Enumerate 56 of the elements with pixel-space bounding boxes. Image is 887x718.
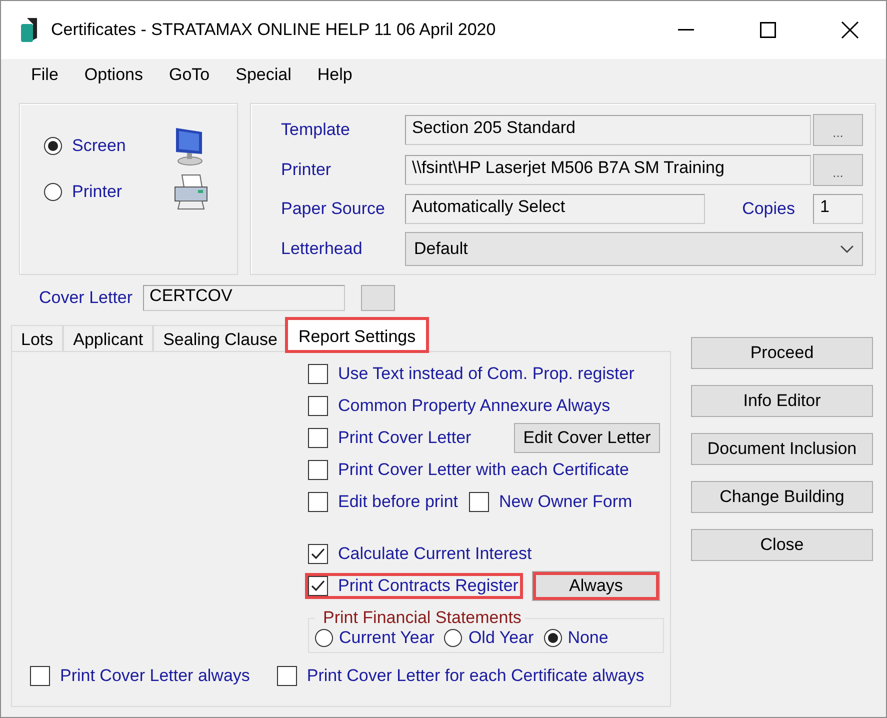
browse-button[interactable]: ... [813,154,863,186]
menu-item[interactable]: GoTo [159,65,226,85]
menu-item[interactable]: Options [74,65,159,85]
menu-item[interactable]: Help [307,65,368,85]
radio-label: Screen [72,136,127,156]
tab[interactable]: Lots [11,325,64,351]
cover-letter-field[interactable]: CERTCOV [142,285,345,311]
action-button[interactable]: Close [691,529,873,561]
radio-button[interactable] [44,183,62,201]
radio-option[interactable]: Current Year [315,628,434,648]
checkbox[interactable]: Print Cover Letter always [27,663,255,689]
checkbox[interactable]: New Owner Form [466,489,638,515]
tab[interactable]: Applicant [63,325,154,351]
panel-button[interactable]: Edit Cover Letter [514,423,660,453]
letterhead-dropdown[interactable]: Default [405,232,863,266]
radio-button[interactable] [44,137,62,155]
maximize-icon[interactable] [760,22,776,38]
chevron-down-icon [840,245,854,253]
window-title: Certificates - STRATAMAX ONLINE HELP 11 06 April 2020 [51,20,497,40]
menu-item[interactable]: Special [226,65,308,85]
checkbox[interactable]: Print Cover Letter for each Certificate always [274,663,650,689]
field-label: Copies [742,199,795,219]
checkbox[interactable]: Use Text instead of Com. Prop. register [305,361,640,387]
action-button[interactable]: Document Inclusion [691,433,873,465]
checkbox[interactable]: Print Cover Letter with each Certificate [305,457,634,483]
radio-option[interactable]: Old Year [444,628,534,648]
tab[interactable]: Sealing Clause [153,325,288,351]
action-button[interactable]: Change Building [691,481,873,513]
panel-button[interactable]: Always [532,571,660,601]
field-label: Printer [281,160,332,180]
tab[interactable]: Report Settings [287,319,427,351]
checkbox[interactable]: Calculate Current Interest [305,541,537,567]
printer-icon [172,173,210,211]
minimize-icon[interactable] [678,29,694,31]
checkbox[interactable]: Print Contracts Register [305,573,524,599]
browse-button[interactable]: ... [813,114,863,146]
field-label: Paper Source [281,199,386,219]
copies-field[interactable]: 1 [813,194,863,224]
field-label: Letterhead [281,239,364,259]
checkbox[interactable]: Print Cover Letter [305,425,476,451]
field-label: Cover Letter [39,288,133,308]
checkmark-icon [311,548,325,560]
checkbox[interactable]: Edit before print [305,489,464,515]
field-label: Template [281,120,351,140]
checkmark-icon [311,580,325,592]
group-title: Print Financial Statements [322,608,522,628]
radio-option[interactable]: None [544,628,608,648]
close-icon[interactable] [841,21,859,39]
printer-field[interactable]: \\fsint\HP Laserjet M506 B7A SM Training [405,155,811,185]
paper-source-field[interactable]: Automatically Select [405,194,705,224]
radio-label: Printer [72,182,124,202]
action-button[interactable]: Proceed [691,337,873,369]
menu-item[interactable]: File [21,65,74,85]
action-button[interactable]: Info Editor [691,385,873,417]
template-field[interactable]: Section 205 Standard [405,115,811,145]
checkbox[interactable]: Common Property Annexure Always [305,393,616,419]
